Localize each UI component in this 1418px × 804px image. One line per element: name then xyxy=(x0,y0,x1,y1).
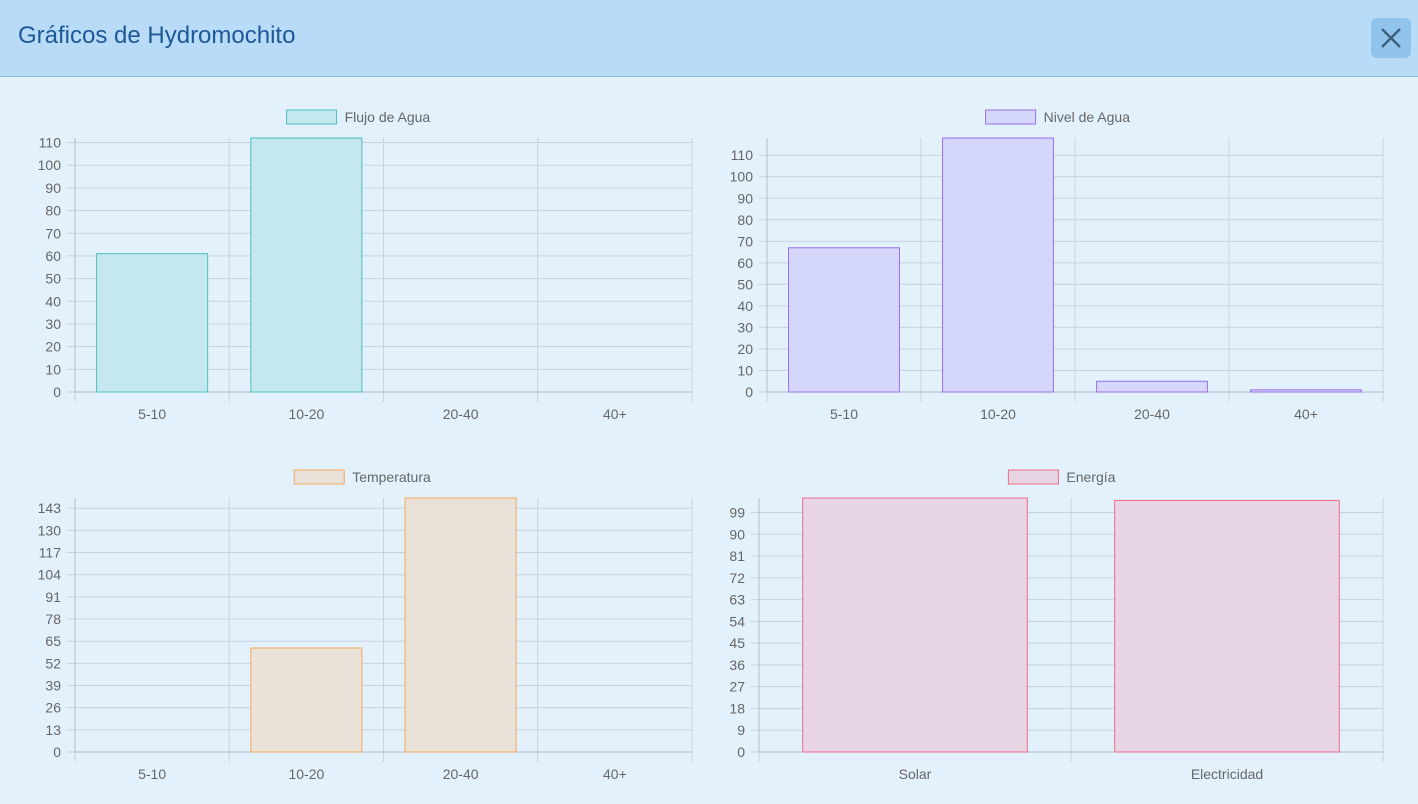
x-tick-label: 5-10 xyxy=(138,406,166,422)
y-tick-label: 50 xyxy=(737,276,753,292)
y-tick-label: 0 xyxy=(745,384,753,400)
chart-nivel-de-agua: Nivel de Agua 0 10 20 30 40 50 60 70 80 90 100 110 5-… xyxy=(730,109,1384,422)
bar xyxy=(942,137,1054,393)
y-tick-label: 45 xyxy=(729,635,745,651)
bar xyxy=(250,647,363,753)
y-tick-label: 20 xyxy=(737,341,753,357)
legend-label: Flujo de Agua xyxy=(345,109,431,125)
legend-label: Energía xyxy=(1066,469,1115,485)
y-tick-label: 39 xyxy=(45,678,61,694)
y-tick-label: 104 xyxy=(38,567,62,583)
y-tick-label: 26 xyxy=(45,700,61,716)
y-tick-label: 80 xyxy=(737,212,753,228)
legend-label: Nivel de Agua xyxy=(1044,109,1131,125)
y-tick-label: 81 xyxy=(729,548,745,564)
y-tick-label: 63 xyxy=(729,592,745,608)
bar xyxy=(802,497,1028,753)
bar xyxy=(404,497,517,753)
legend-swatch xyxy=(286,109,338,125)
x-tick-label: Solar xyxy=(899,766,932,782)
modal-title: Gráficos de Hydromochito xyxy=(18,22,296,49)
y-tick-label: 18 xyxy=(729,700,745,716)
charts-area: Flujo de Agua 0 10 20 30 40 50 60 70 80 90 100 110 5-… xyxy=(0,78,1418,804)
x-tick-label: 20-40 xyxy=(1134,406,1170,422)
bar xyxy=(1096,380,1208,393)
y-tick-label: 78 xyxy=(45,611,61,627)
y-tick-label: 40 xyxy=(737,298,753,314)
y-tick-label: 0 xyxy=(737,744,745,760)
legend-swatch xyxy=(293,469,345,485)
close-button[interactable] xyxy=(1371,18,1411,58)
x-tick-label: 5-10 xyxy=(138,766,166,782)
y-tick-label: 20 xyxy=(45,339,61,355)
y-tick-label: 99 xyxy=(729,505,745,521)
x-tick-label: 10-20 xyxy=(980,406,1016,422)
y-tick-label: 60 xyxy=(45,248,61,264)
close-icon xyxy=(1381,28,1401,48)
bar xyxy=(250,137,363,393)
y-tick-label: 10 xyxy=(45,361,61,377)
y-tick-label: 65 xyxy=(45,633,61,649)
x-tick-label: 10-20 xyxy=(288,766,324,782)
y-tick-label: 110 xyxy=(39,135,62,151)
y-tick-label: 9 xyxy=(737,722,745,738)
y-tick-label: 110 xyxy=(731,147,754,163)
y-tick-label: 50 xyxy=(45,271,61,287)
x-tick-label: 40+ xyxy=(1294,406,1318,422)
y-tick-label: 130 xyxy=(38,522,62,538)
x-tick-label: 20-40 xyxy=(443,406,479,422)
y-tick-label: 143 xyxy=(38,500,62,516)
y-tick-label: 80 xyxy=(45,203,61,219)
y-tick-label: 91 xyxy=(45,589,61,605)
x-tick-label: 10-20 xyxy=(288,406,324,422)
y-tick-label: 100 xyxy=(38,157,62,173)
y-tick-label: 27 xyxy=(729,679,745,695)
y-tick-label: 90 xyxy=(737,190,753,206)
chart-energia: Energía 0 9 18 27 36 45 54 63 72 81 90 99 Solar Electr… xyxy=(729,469,1384,782)
y-tick-label: 0 xyxy=(53,744,61,760)
legend-swatch xyxy=(985,109,1037,125)
y-tick-label: 30 xyxy=(45,316,61,332)
y-tick-label: 13 xyxy=(45,722,61,738)
y-tick-label: 70 xyxy=(45,225,61,241)
y-tick-label: 52 xyxy=(45,655,61,671)
y-tick-label: 90 xyxy=(729,526,745,542)
y-tick-label: 90 xyxy=(45,180,61,196)
y-tick-label: 36 xyxy=(729,657,745,673)
modal-header: Gráficos de Hydromochito xyxy=(0,0,1418,77)
y-tick-label: 60 xyxy=(737,255,753,271)
x-tick-label: 20-40 xyxy=(443,766,479,782)
y-tick-label: 117 xyxy=(39,545,62,561)
y-tick-label: 10 xyxy=(737,362,753,378)
chart-temperatura: Temperatura 0 13 26 39 52 65 78 91 104 117 130 143 5-… xyxy=(38,469,693,782)
chart-flujo-de-agua: Flujo de Agua 0 10 20 30 40 50 60 70 80 90 100 110 5-… xyxy=(38,109,693,422)
x-tick-label: 40+ xyxy=(603,766,627,782)
bar xyxy=(788,247,900,393)
x-tick-label: 5-10 xyxy=(830,406,858,422)
y-tick-label: 70 xyxy=(737,233,753,249)
bar xyxy=(96,253,209,393)
bar xyxy=(1114,499,1340,753)
x-tick-label: Electricidad xyxy=(1191,766,1263,782)
legend-label: Temperatura xyxy=(352,469,431,485)
y-tick-label: 40 xyxy=(45,293,61,309)
x-tick-label: 40+ xyxy=(603,406,627,422)
y-tick-label: 72 xyxy=(729,570,745,586)
y-tick-label: 30 xyxy=(737,319,753,335)
y-tick-label: 54 xyxy=(729,613,745,629)
legend-swatch xyxy=(1007,469,1059,485)
bar xyxy=(1250,389,1362,393)
y-tick-label: 100 xyxy=(730,169,754,185)
y-tick-label: 0 xyxy=(53,384,61,400)
